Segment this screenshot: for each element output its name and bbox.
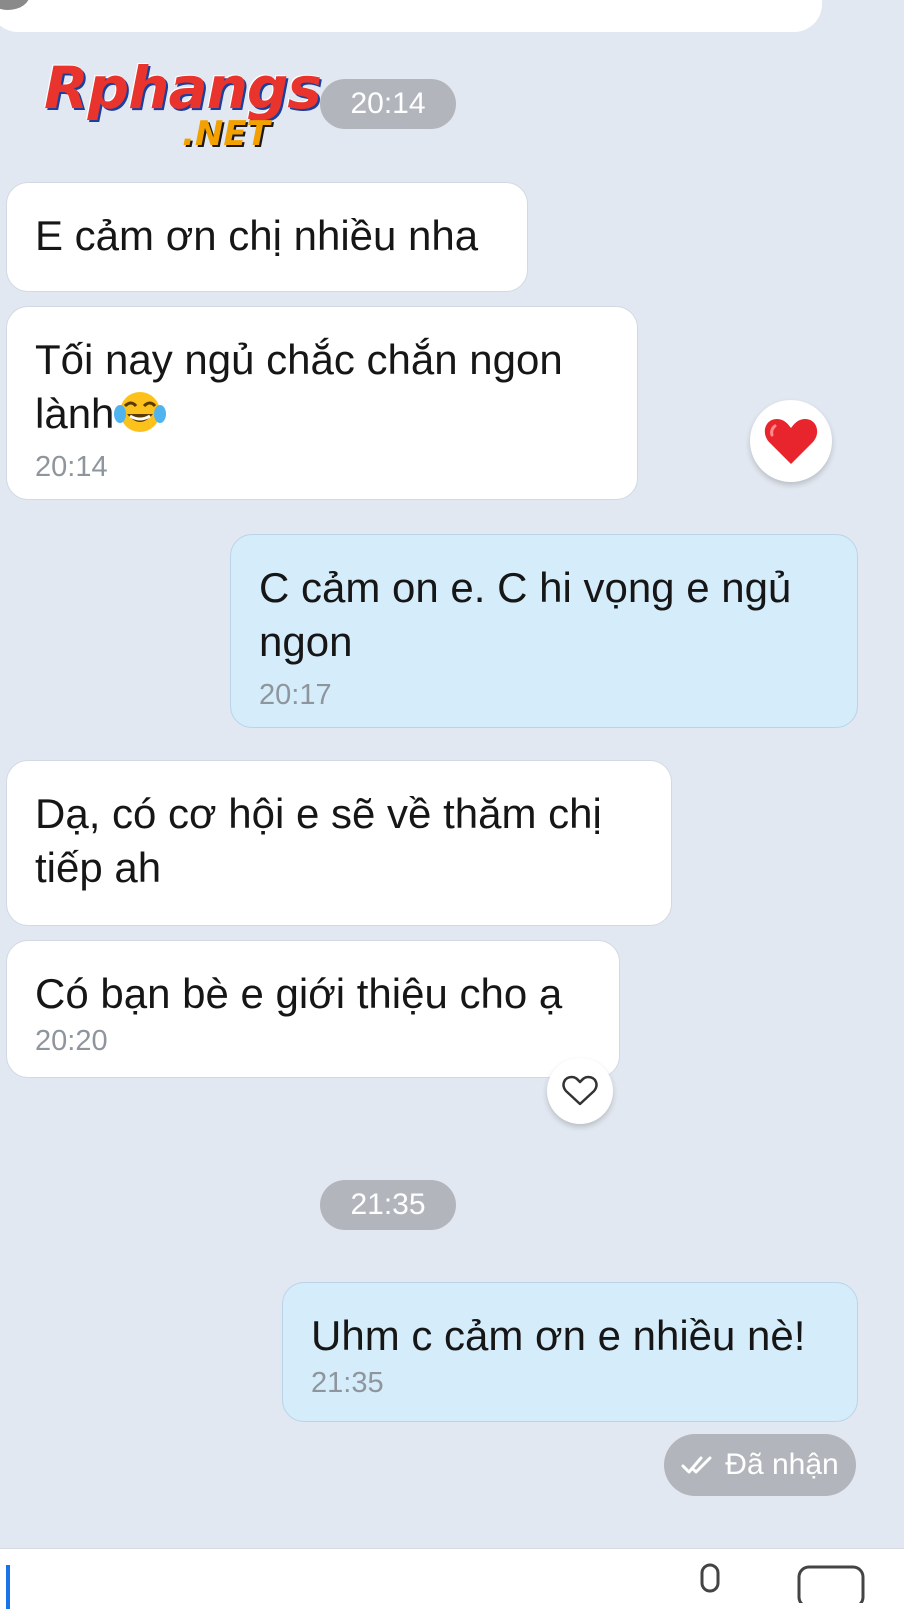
microphone-icon[interactable] — [694, 1563, 726, 1608]
message-text: Dạ, có cơ hội e sẽ về thăm chị tiếp ah — [35, 790, 602, 891]
message-time: 21:35 — [311, 1367, 384, 1399]
message-text: Tối nay ngủ chắc chắn ngon lành — [35, 333, 609, 441]
time-divider: 20:14 — [320, 79, 456, 129]
message-text: E cảm ơn chị nhiều nha — [35, 212, 479, 259]
time-divider: 21:35 — [320, 1180, 456, 1230]
image-icon[interactable] — [796, 1563, 866, 1609]
red-heart-icon — [764, 419, 818, 464]
heart-outline-icon — [562, 1075, 598, 1106]
reaction-heart-button[interactable] — [547, 1058, 613, 1124]
message-time: 20:14 — [35, 451, 108, 483]
double-check-icon — [681, 1456, 712, 1474]
reaction-heart-button[interactable] — [750, 400, 832, 482]
watermark-domain: .NET — [182, 114, 270, 154]
message-bubble[interactable]: E cảm ơn chị nhiều nha — [6, 182, 528, 292]
previous-message-bubble[interactable] — [0, 0, 822, 32]
text-cursor — [6, 1565, 10, 1609]
message-bubble[interactable]: Có bạn bè e giới thiệu cho ạ 20:20 — [6, 940, 620, 1078]
watermark-brand: Rphangs — [44, 54, 322, 122]
status-label: Đã nhận — [725, 1448, 839, 1481]
tears-of-joy-emoji-icon — [114, 388, 167, 434]
message-text: Uhm c cảm ơn e nhiều nè! — [311, 1312, 806, 1359]
message-text: Có bạn bè e giới thiệu cho ạ — [35, 970, 563, 1017]
message-text: C cảm on e. C hi vọng e ngủ ngon — [259, 564, 792, 665]
message-time: 20:20 — [35, 1025, 108, 1057]
message-bubble[interactable]: C cảm on e. C hi vọng e ngủ ngon 20:17 — [230, 534, 858, 728]
message-bubble[interactable]: Uhm c cảm ơn e nhiều nè! 21:35 — [282, 1282, 858, 1422]
message-time: 20:17 — [259, 679, 332, 711]
status-badge: Đã nhận — [664, 1434, 856, 1496]
message-bubble[interactable]: Dạ, có cơ hội e sẽ về thăm chị tiếp ah — [6, 760, 672, 926]
watermark-logo: Rphangs .NET — [44, 56, 322, 156]
message-bubble[interactable]: Tối nay ngủ chắc chắn ngon lành 20:14 — [6, 306, 638, 500]
